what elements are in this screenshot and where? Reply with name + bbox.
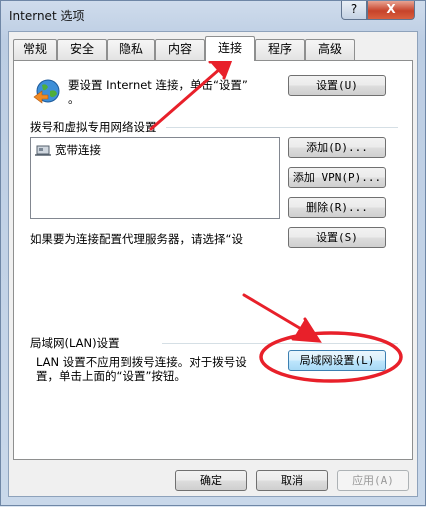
tab-programs[interactable]: 程序 [255,39,305,60]
lan-group-label: 局域网(LAN)设置 [30,336,120,350]
cancel-button[interactable]: 取消 [256,470,328,491]
dialog-client-area: 常规 安全 隐私 内容 连接 程序 高级 要设置 Internet 连接，单击“… [8,31,418,497]
lan-group-divider [162,343,398,344]
tab-general[interactable]: 常规 [13,39,57,60]
lan-instruction-text-cont: 置，单击上面的“设置”按钮。 [36,369,186,383]
window-title: Internet 选项 [9,9,85,23]
tab-advanced[interactable]: 高级 [305,39,355,60]
close-button[interactable]: X [367,1,415,20]
tab-privacy[interactable]: 隐私 [107,39,155,60]
internet-options-window: Internet 选项 ? X 常规 安全 隐私 内容 连接 程序 高级 要设置… [0,0,426,506]
list-item-label: 宽带连接 [55,143,101,157]
help-button[interactable]: ? [341,1,367,20]
proxy-instruction-text: 如果要为连接配置代理服务器，请选择“设 [30,232,243,246]
tab-security[interactable]: 安全 [57,39,107,60]
internet-globe-icon [32,77,62,107]
connections-panel: 要设置 Internet 连接，单击“设置” 。 设置(U) 拨号和虚拟专用网络… [13,60,413,460]
title-bar[interactable]: Internet 选项 ? X [1,1,425,29]
dialog-footer: 确定 取消 应用(A) [9,468,417,498]
tab-content[interactable]: 内容 [155,39,205,60]
add-vpn-button[interactable]: 添加 VPN(P)... [288,167,386,188]
setup-button[interactable]: 设置(U) [288,75,386,96]
tab-connections[interactable]: 连接 [205,36,255,61]
connection-list[interactable]: 宽带连接 [30,137,280,219]
ok-button[interactable]: 确定 [175,470,247,491]
apply-button[interactable]: 应用(A) [337,470,409,491]
remove-button[interactable]: 删除(R)... [288,197,386,218]
broadband-connection-icon [35,143,51,157]
setup-instruction-text-cont: 。 [68,92,80,106]
setup-instruction-text: 要设置 Internet 连接，单击“设置” [68,78,248,92]
lan-settings-button[interactable]: 局域网设置(L) [288,350,386,371]
dialup-group-label: 拨号和虚拟专用网络设置 [30,120,157,134]
add-button[interactable]: 添加(D)... [288,137,386,158]
dialup-group-divider [166,127,398,128]
settings-button[interactable]: 设置(S) [288,227,386,248]
